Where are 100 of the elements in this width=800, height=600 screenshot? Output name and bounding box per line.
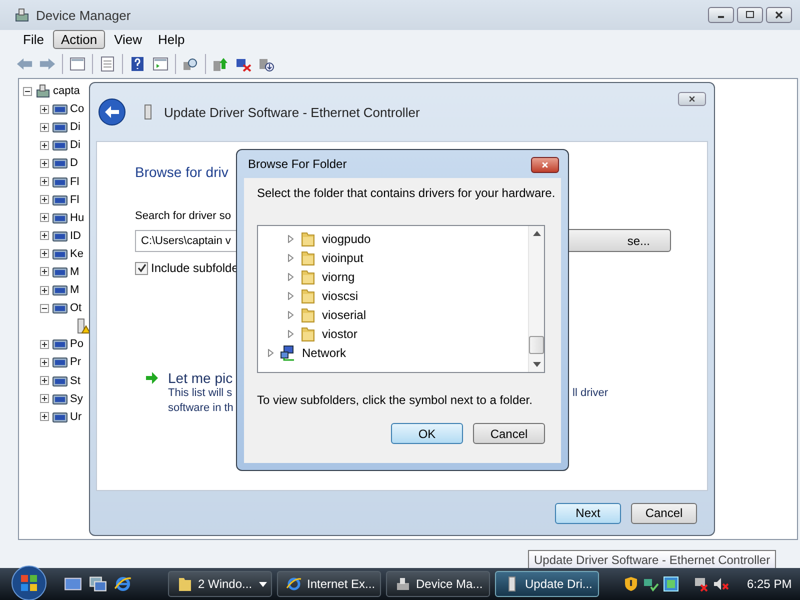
close-button[interactable] (766, 7, 792, 23)
properties-icon[interactable] (99, 56, 116, 72)
maximize-button[interactable] (737, 7, 763, 23)
cancel-button[interactable]: Cancel (473, 423, 545, 444)
expand-icon[interactable] (40, 394, 49, 404)
folder-icon (300, 288, 316, 304)
shield-icon[interactable] (623, 576, 639, 592)
menu-item[interactable]: Help (151, 30, 192, 48)
pane-icon[interactable] (69, 56, 86, 72)
pick-link[interactable]: Let me pic (168, 370, 233, 386)
close-button[interactable] (531, 157, 559, 173)
folder-item[interactable]: vioscsi (322, 288, 358, 302)
expand-icon[interactable] (40, 412, 49, 422)
browser-icon (286, 576, 302, 592)
expand-icon[interactable] (40, 267, 49, 276)
minimize-button[interactable] (708, 7, 734, 23)
maximize-icon (745, 10, 755, 20)
network-disconnected-icon[interactable] (693, 576, 709, 592)
instruction-text: Select the folder that contains drivers for your hardware. (257, 186, 556, 200)
uninstall-icon[interactable] (258, 56, 275, 72)
tree-item[interactable]: Co (70, 103, 84, 116)
expand-icon[interactable] (40, 213, 49, 222)
update-icon[interactable] (212, 56, 229, 72)
collapse-icon[interactable] (40, 304, 49, 313)
tree-item[interactable]: Fl (70, 194, 80, 206)
desktop-icon[interactable] (64, 575, 82, 593)
expand-icon[interactable] (40, 122, 49, 132)
cancel-button[interactable]: Cancel (631, 502, 697, 524)
expand-icon[interactable] (40, 231, 49, 240)
speaker-muted-icon[interactable] (713, 576, 729, 592)
disable-icon[interactable] (235, 56, 252, 72)
folder-item[interactable]: viostor (322, 326, 358, 340)
folder-item[interactable]: vioinput (322, 250, 364, 264)
tree-item[interactable]: capta (53, 85, 80, 98)
tree-item[interactable]: M (70, 284, 80, 296)
close-icon (774, 10, 784, 20)
tree-item[interactable]: D (70, 157, 78, 170)
tree-item[interactable]: Hu (70, 212, 84, 224)
tree-item[interactable]: ID (70, 230, 81, 242)
scroll-up-icon[interactable] (532, 231, 540, 236)
pane-icon[interactable] (152, 56, 169, 72)
warning-device-icon[interactable] (75, 318, 91, 334)
close-icon (540, 161, 550, 169)
caret-icon (259, 582, 267, 586)
taskbar-button[interactable]: Internet Ex... (277, 571, 381, 597)
folder-icon (177, 576, 193, 592)
tree-item[interactable]: Ot (70, 302, 82, 314)
ok-button[interactable]: OK (391, 423, 463, 444)
scroll-down-icon[interactable] (532, 362, 540, 367)
expand-icon[interactable] (40, 358, 49, 367)
tree-item[interactable]: Pr (70, 356, 81, 368)
tree-item[interactable]: Fl (70, 176, 80, 188)
folder-icon (300, 250, 316, 266)
computer-icon (35, 83, 51, 100)
menu-item[interactable]: View (107, 30, 150, 48)
tree-item[interactable]: M (70, 266, 80, 278)
search-label: Search for driver so (135, 210, 231, 222)
network-icon[interactable] (643, 576, 659, 592)
scroll-thumb[interactable] (529, 336, 544, 354)
help-icon[interactable] (129, 56, 146, 72)
expand-icon[interactable] (40, 249, 49, 258)
expand-icon[interactable] (40, 286, 49, 295)
folder-icon (300, 230, 316, 246)
expand-icon[interactable] (40, 376, 49, 386)
tree-item[interactable]: Di (70, 139, 80, 152)
next-button[interactable]: Next (555, 502, 621, 524)
scrollbar[interactable] (528, 226, 544, 372)
back-button[interactable] (98, 98, 126, 126)
network-icon (280, 344, 296, 360)
folder-item[interactable]: viorng (322, 270, 355, 284)
browser-icon[interactable] (114, 575, 132, 593)
description-text: ll driver (572, 386, 608, 401)
close-icon (687, 95, 697, 103)
expand-icon[interactable] (40, 158, 49, 168)
expand-icon[interactable] (40, 104, 49, 114)
tree-item[interactable]: St (70, 374, 80, 387)
taskbar-button[interactable]: 2 Windo... (168, 571, 272, 597)
tree-item[interactable]: Po (70, 338, 84, 350)
collapse-icon[interactable] (23, 86, 32, 96)
tree-item[interactable]: Di (70, 121, 80, 134)
folder-icon (300, 268, 316, 284)
tree-item[interactable]: Sy (70, 392, 83, 405)
menu-item[interactable]: File (16, 30, 51, 48)
checkbox[interactable] (135, 262, 148, 274)
menu-item[interactable]: Action (52, 30, 106, 48)
expand-icon[interactable] (40, 177, 49, 186)
clock[interactable]: 6:25 PM (747, 577, 792, 591)
taskbar-button[interactable]: Device Ma... (386, 571, 490, 597)
folder-item[interactable]: viogpudo (322, 232, 371, 246)
folder-icon (300, 326, 316, 342)
start-button[interactable] (11, 565, 47, 600)
taskbar-button[interactable]: Update Dri... (495, 571, 599, 597)
expand-icon[interactable] (40, 195, 49, 204)
expand-icon[interactable] (40, 340, 49, 349)
expand-icon[interactable] (40, 140, 49, 150)
tree-item[interactable]: Ke (70, 248, 84, 260)
folder-item[interactable]: vioserial (322, 308, 366, 322)
tree-item[interactable]: Ur (70, 410, 82, 423)
folder-item[interactable]: Network (302, 346, 346, 360)
close-button[interactable] (678, 92, 706, 106)
